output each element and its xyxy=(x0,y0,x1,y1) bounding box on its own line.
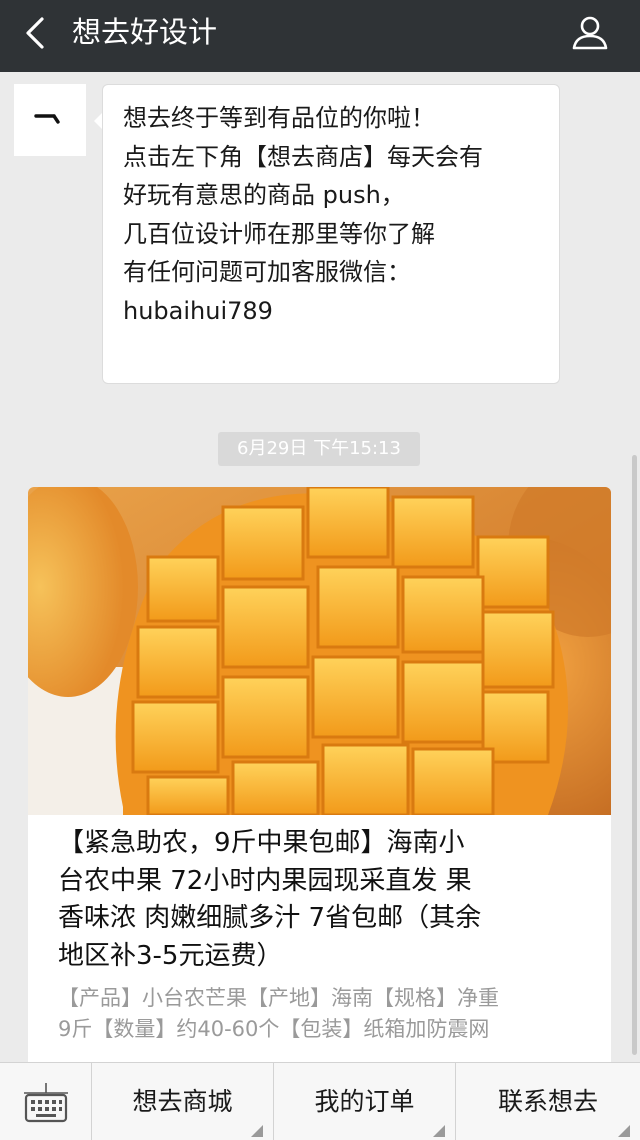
message-line: 想去终于等到有品位的你啦！ xyxy=(123,104,435,132)
message-line: 几百位设计师在那里等你了解 xyxy=(123,219,435,248)
article-description: 【产品】小台农芒果【产地】海南【规格】净重 9斤【数量】约40-60个【包装】纸… xyxy=(58,983,588,1045)
menu-shop[interactable]: 想去商城 xyxy=(92,1063,274,1140)
wechat-id-text: hubaihui789 xyxy=(123,296,273,325)
article-desc-line: 9斤【数量】约40-60个【包装】纸箱加防震网 xyxy=(58,1017,490,1041)
menu-orders-label: 我的订单 xyxy=(314,1087,415,1116)
message-line: 点击左下角【想去商店】每天会有 xyxy=(123,142,483,171)
keyboard-icon xyxy=(22,1081,70,1123)
top-nav-bar: 想去好设计 xyxy=(0,0,640,72)
message-timestamp: 6月29日 下午15:13 xyxy=(218,432,420,466)
article-title-line: 【紧急助农，9斤中果包邮】海南小 xyxy=(58,828,465,858)
mango-photo[interactable] xyxy=(28,487,611,857)
page-title: 想去好设计 xyxy=(72,15,218,49)
article-title-line: 地区补3-5元运费） xyxy=(58,940,283,971)
submenu-indicator-icon xyxy=(251,1125,263,1137)
menu-contact[interactable]: 联系想去 xyxy=(456,1063,640,1140)
article-desc-line: 【产品】小台农芒果【产地】海南【规格】净重 xyxy=(58,986,499,1010)
article-title[interactable]: 【紧急助农，9斤中果包邮】海南小 台农中果 72小时内果园现采直发 果 香味浓 … xyxy=(58,825,588,975)
menu-orders[interactable]: 我的订单 xyxy=(274,1063,456,1140)
user-profile-icon[interactable] xyxy=(570,12,610,52)
submenu-indicator-icon xyxy=(618,1125,630,1137)
brand-logo-icon xyxy=(34,106,68,132)
back-arrow-icon[interactable] xyxy=(22,16,50,50)
submenu-indicator-icon xyxy=(433,1125,445,1137)
article-title-line: 台农中果 72小时内果园现采直发 果 xyxy=(58,865,472,896)
message-line: 好玩有意思的商品 push， xyxy=(123,181,405,209)
keyboard-toggle-button[interactable] xyxy=(0,1063,92,1140)
menu-shop-label: 想去商城 xyxy=(132,1087,233,1116)
menu-contact-label: 联系想去 xyxy=(497,1087,598,1116)
welcome-message-bubble: 想去终于等到有品位的你啦！ 点击左下角【想去商店】每天会有 好玩有意思的商品 p… xyxy=(102,84,560,384)
bottom-menu-bar: 想去商城 我的订单 联系想去 xyxy=(0,1062,640,1140)
message-line: 有任何问题可加客服微信： xyxy=(123,258,411,286)
sender-avatar[interactable] xyxy=(14,84,86,156)
chat-scrollbar[interactable] xyxy=(632,455,637,1055)
article-title-line: 香味浓 肉嫩细腻多汁 7省包邮（其余 xyxy=(58,903,482,933)
article-card[interactable]: 【紧急助农，9斤中果包邮】海南小 台农中果 72小时内果园现采直发 果 香味浓 … xyxy=(28,487,611,1087)
